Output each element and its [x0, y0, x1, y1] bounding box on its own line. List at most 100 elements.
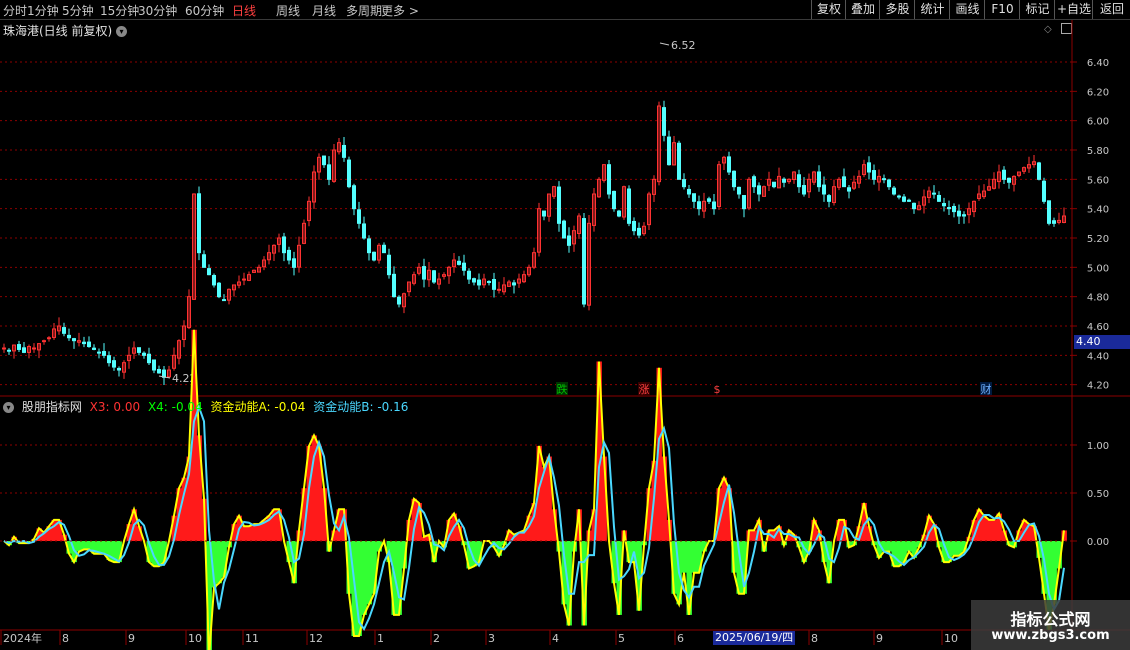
indicator-menu-icon[interactable]: ▾ [3, 402, 14, 413]
a-value: 资金动能A: -0.04 [210, 400, 306, 414]
candle-body [152, 359, 156, 371]
candle-body [582, 218, 586, 305]
time-label: 2024年 [3, 631, 42, 645]
candle-body [102, 351, 106, 356]
candle-body [292, 258, 296, 268]
candle-body [2, 347, 6, 350]
momentum-bar [981, 515, 987, 541]
high-price-label: 6.52 [671, 39, 696, 52]
candle-body [677, 142, 681, 180]
candle-body [467, 270, 471, 280]
candle-body [627, 188, 631, 224]
candle-body [197, 193, 201, 254]
candle-body [362, 223, 366, 239]
time-label: 12 [309, 632, 323, 645]
candle-body [662, 107, 666, 136]
candle-body [1042, 180, 1046, 202]
candle-body [617, 210, 621, 217]
candle-body [342, 144, 346, 158]
time-label: 3 [488, 632, 495, 645]
candle-body [82, 341, 86, 345]
momentum-bar [691, 541, 697, 573]
candle-body [707, 198, 711, 202]
candle-body [567, 235, 571, 246]
candle-body [892, 187, 896, 195]
candle-body [497, 288, 501, 291]
candle-body [432, 270, 436, 283]
watermark-title: 指标公式网 [1010, 610, 1091, 629]
price-tick-label: 6.00 [1087, 117, 1109, 128]
price-tick-label: 6.20 [1087, 87, 1109, 98]
high-marker-line [659, 42, 670, 46]
momentum-bar [986, 519, 992, 541]
momentum-bar [366, 541, 372, 605]
momentum-bar [256, 524, 262, 541]
candle-body [97, 351, 101, 354]
candle-body [1052, 220, 1056, 224]
candle-body [867, 162, 871, 173]
candle-body [142, 352, 146, 356]
candle-body [962, 214, 966, 217]
time-label: 8 [62, 632, 69, 645]
candle-body [742, 195, 746, 210]
series-b-line [3, 404, 1065, 631]
candle-body [872, 170, 876, 180]
time-label: 8 [811, 632, 818, 645]
candle-body [322, 155, 326, 166]
candle-body [902, 196, 906, 202]
momentum-bar [216, 541, 222, 584]
candle-body [17, 344, 21, 350]
candle-body [222, 299, 226, 302]
candle-body [937, 194, 941, 202]
candle-body [957, 210, 961, 217]
candle-body [607, 164, 611, 195]
time-label: 9 [128, 632, 135, 645]
candle-body [697, 201, 701, 210]
candle-body [62, 327, 66, 334]
candle-body [47, 337, 51, 340]
candle-body [357, 209, 361, 224]
candle-body [107, 355, 111, 364]
candle-body [147, 353, 151, 364]
kline-chart[interactable]: 6.40 6.20 6.00 5.80 5.60 5.40 5.20 5.00 4.80 4.60… [0, 0, 1130, 650]
momentum-bar [991, 519, 997, 541]
candle-body [347, 159, 351, 188]
candle-body [632, 220, 636, 232]
candle-body [457, 260, 461, 265]
candle-body [887, 179, 891, 188]
time-label: 6 [677, 632, 684, 645]
current-price-box: 4.40 [1074, 335, 1130, 349]
momentum-bar [101, 541, 107, 554]
candle-body [542, 210, 546, 217]
watermark-url: www.zbgs3.com [991, 628, 1110, 643]
indicator-tick-label: 0.00 [1087, 537, 1109, 548]
candle-body [732, 170, 736, 188]
candle-body [7, 349, 11, 352]
candle-body [782, 178, 786, 183]
candle-body [952, 205, 956, 213]
candle-body [87, 341, 91, 348]
candle-body [772, 181, 776, 188]
event-marker: $ [714, 383, 721, 396]
candle-body [67, 334, 71, 339]
time-label: 4 [552, 632, 559, 645]
candle-body [847, 187, 851, 192]
x3-value: X3: 0.00 [89, 400, 141, 414]
momentum-bar [81, 541, 87, 550]
price-tick-label: 5.80 [1087, 146, 1109, 157]
candle-body [512, 282, 516, 286]
candle-body [1037, 162, 1041, 180]
candle-body [1047, 200, 1051, 224]
price-tick-label: 4.60 [1087, 322, 1109, 333]
time-label: 11 [245, 632, 259, 645]
candle-body [752, 176, 756, 188]
candle-body [282, 236, 286, 254]
candle-body [817, 171, 821, 188]
time-label: 9 [876, 632, 883, 645]
candle-body [462, 262, 466, 271]
x4-value: X4: -0.04 [147, 400, 203, 414]
indicator-name: 股朋指标网 [21, 400, 82, 414]
candle-body [797, 174, 801, 188]
candle-body [612, 190, 616, 210]
candle-body [472, 278, 476, 283]
